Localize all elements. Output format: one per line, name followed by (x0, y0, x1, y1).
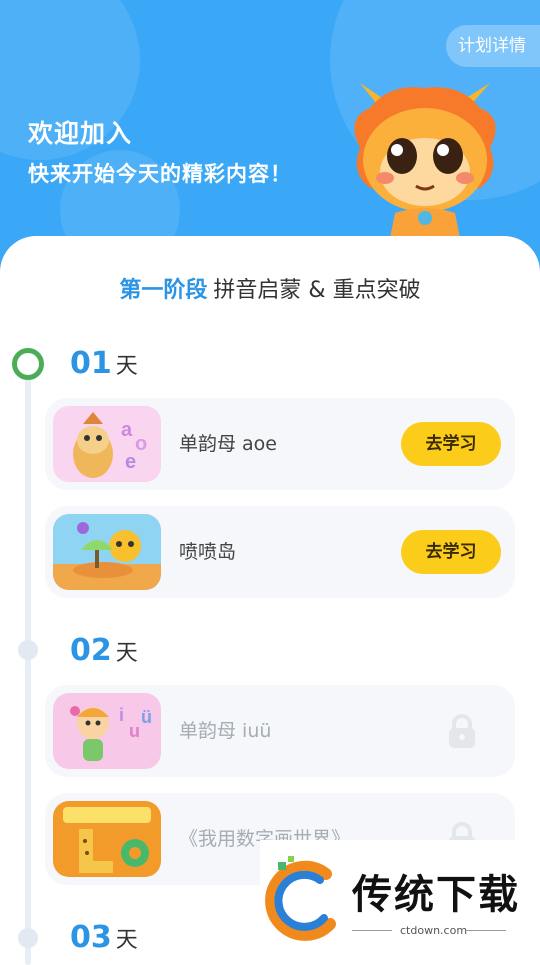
lesson-thumbnail: i u ü (53, 693, 161, 769)
svg-text:u: u (129, 721, 140, 741)
stage-title: 拼音启蒙 & 重点突破 (213, 278, 421, 303)
day-unit: 天 (115, 354, 138, 379)
watermark-divider (352, 930, 392, 931)
start-learning-button[interactable]: 去学习 (401, 422, 501, 466)
plan-details-button[interactable]: 计划详情 (446, 25, 540, 67)
day-unit: 天 (115, 928, 138, 953)
day-number: 02 (70, 633, 112, 668)
lesson-title: 单韵母 aoe (179, 433, 277, 455)
iuv-cartoon-icon: i u ü (53, 693, 161, 769)
svg-text:i: i (119, 705, 124, 725)
day-header: 02 天 (70, 633, 138, 668)
aoe-cartoon-icon: a o e (53, 406, 161, 482)
timeline-track (25, 365, 31, 965)
lesson-thumbnail (53, 514, 161, 590)
timeline-dot-active (12, 348, 44, 380)
lesson-title: 喷喷岛 (179, 541, 237, 563)
number-drawing-cartoon-icon (53, 801, 161, 877)
svg-text:ü: ü (141, 707, 152, 727)
greeting-title: 欢迎加入 (28, 119, 133, 148)
stage-heading: 第一阶段 拼音启蒙 & 重点突破 (0, 272, 540, 304)
day-unit: 天 (115, 641, 138, 666)
day-header: 03 天 (70, 920, 138, 955)
day-number: 03 (70, 920, 112, 955)
start-learning-button[interactable]: 去学习 (401, 530, 501, 574)
svg-text:e: e (125, 451, 136, 473)
lesson-item[interactable]: a o e 单韵母 aoe 去学习 (45, 398, 515, 490)
timeline-dot (18, 928, 38, 948)
svg-text:a: a (121, 419, 133, 441)
lesson-item[interactable]: 喷喷岛 去学习 (45, 506, 515, 598)
lesson-title: 单韵母 iuü (179, 720, 272, 742)
watermark-c-icon (265, 856, 336, 941)
lesson-thumbnail: a o e (53, 406, 161, 482)
dragon-mascot-icon (354, 83, 496, 238)
watermark-name: 传统下载 (352, 872, 520, 918)
svg-text:o: o (135, 433, 147, 455)
lock-icon (449, 714, 475, 748)
stage-label: 第一阶段 (119, 278, 208, 303)
lesson-item-locked[interactable]: i u ü 单韵母 iuü (45, 685, 515, 777)
timeline-dot (18, 640, 38, 660)
day-number: 01 (70, 346, 112, 381)
island-cartoon-icon (53, 514, 161, 590)
watermark-divider (466, 930, 506, 931)
watermark-logo: 传统下载 ctdown.com (260, 840, 540, 960)
greeting-subtitle: 快来开始今天的精彩内容！ (28, 162, 292, 186)
day-header: 01 天 (70, 346, 138, 381)
lesson-thumbnail (53, 801, 161, 877)
watermark-domain: ctdown.com (400, 924, 468, 937)
